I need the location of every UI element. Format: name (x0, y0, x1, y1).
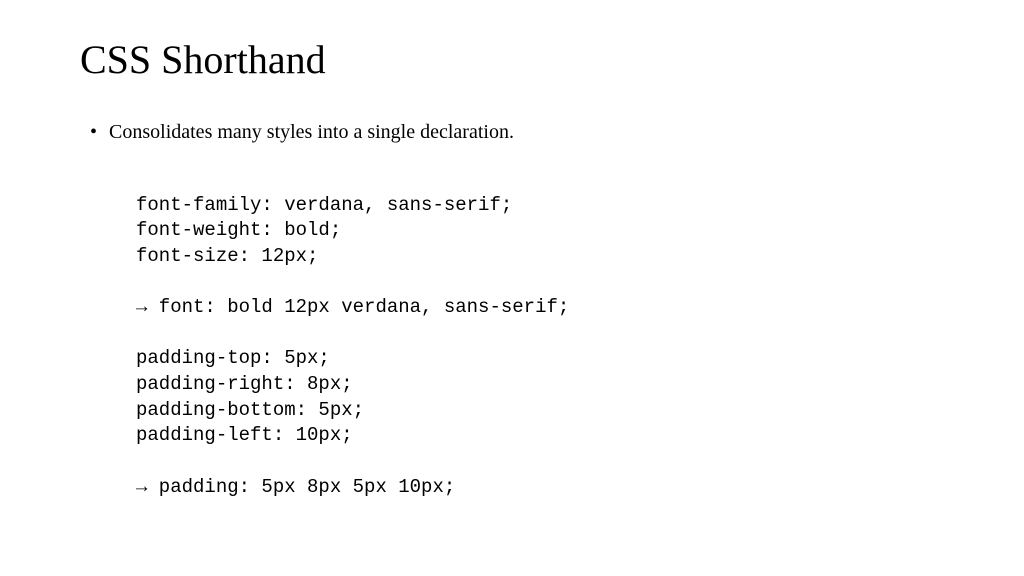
code-line: font-family: verdana, sans-serif; (136, 194, 512, 216)
code-line-arrow: → padding: 5px 8px 5px 10px; (136, 476, 455, 498)
bullet-item: • Consolidates many styles into a single… (80, 119, 944, 145)
code-line: padding-right: 8px; (136, 373, 353, 395)
code-line: padding-top: 5px; (136, 347, 330, 369)
bullet-marker: • (90, 119, 97, 145)
code-block: font-family: verdana, sans-serif; font-w… (80, 167, 944, 500)
code-line: font-size: 12px; (136, 245, 318, 267)
code-line: font-weight: bold; (136, 219, 341, 241)
code-line: padding-left: 10px; (136, 424, 353, 446)
code-line-arrow: → font: bold 12px verdana, sans-serif; (136, 296, 569, 318)
code-line: padding-bottom: 5px; (136, 399, 364, 421)
page-title: CSS Shorthand (80, 36, 944, 83)
bullet-text: Consolidates many styles into a single d… (109, 119, 514, 145)
